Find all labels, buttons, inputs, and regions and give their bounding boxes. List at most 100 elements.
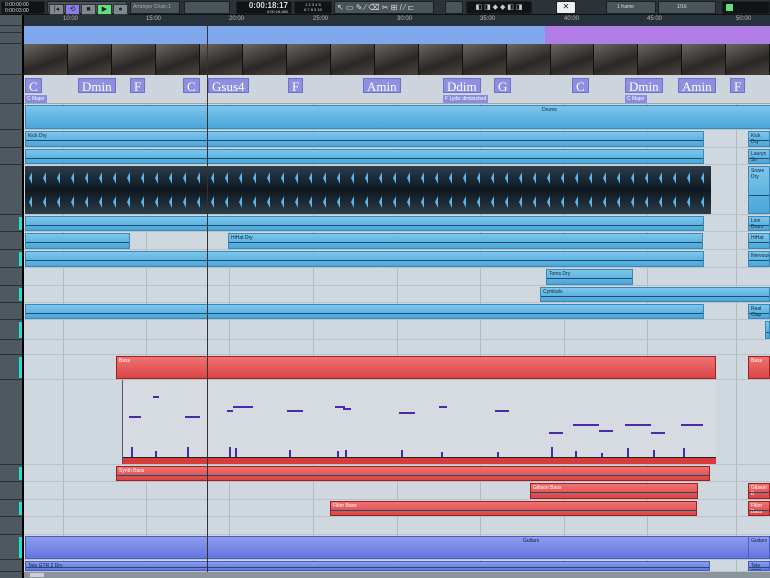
chord-event[interactable]: Gsus4 — [208, 78, 249, 94]
record-button[interactable]: ● — [113, 4, 128, 15]
event-drums[interactable]: Drums — [25, 105, 770, 129]
track-header[interactable] — [0, 380, 22, 465]
chord-event[interactable]: F — [130, 78, 146, 94]
velocity-bar[interactable] — [653, 450, 655, 457]
chord-event[interactable]: F — [730, 78, 746, 94]
rewind-button[interactable]: |◂ — [49, 4, 64, 15]
event-lion[interactable]: Lion Drum — [748, 216, 770, 231]
event-guitars[interactable]: Guitars — [748, 536, 770, 559]
scale-event[interactable]: C Major — [625, 95, 647, 103]
event-kick[interactable]: Kick Dry — [25, 131, 704, 147]
midi-note[interactable] — [651, 432, 665, 434]
track-header[interactable] — [0, 165, 22, 215]
snap-select[interactable]: 1/16 — [658, 1, 716, 14]
event-clap[interactable] — [25, 304, 704, 319]
stop-button[interactable]: ■ — [81, 4, 96, 15]
event-gibson[interactable]: Gibson Bass — [530, 483, 698, 499]
event-lauryn[interactable]: Lauryn Sn — [748, 149, 770, 164]
track-header[interactable] — [0, 104, 22, 130]
track-header[interactable] — [0, 33, 22, 44]
velocity-bar[interactable] — [441, 452, 443, 457]
velocity-bar[interactable] — [683, 448, 685, 457]
playhead-cursor[interactable] — [207, 15, 208, 572]
track-header[interactable] — [0, 560, 22, 572]
event-synth[interactable]: Synth Bass — [116, 466, 710, 481]
chord-event[interactable]: Amin — [678, 78, 716, 94]
chord-event[interactable]: Dmin — [78, 78, 116, 94]
event-kick[interactable]: Kick Dry — [748, 131, 770, 147]
velocity-bar[interactable] — [337, 451, 339, 457]
nudge-buttons[interactable]: ◧ ◨ ◆ ◆ ◧ ◨ — [466, 1, 532, 14]
midi-note[interactable] — [129, 416, 141, 418]
track-header[interactable] — [0, 303, 22, 320]
velocity-bar[interactable] — [551, 447, 553, 457]
chord-event[interactable]: Dmin — [625, 78, 663, 94]
chord-event[interactable]: G — [494, 78, 512, 94]
track-header[interactable] — [0, 75, 22, 104]
event-clap[interactable]: Real Clap — [748, 304, 770, 319]
arranger-controls[interactable] — [184, 1, 230, 14]
arranger-track[interactable] — [24, 26, 770, 44]
midi-note[interactable] — [439, 406, 447, 408]
event-filter[interactable]: Filter Bass — [330, 501, 697, 516]
midi-note[interactable] — [549, 432, 563, 434]
event-snare[interactable]: Snare Dry — [748, 166, 770, 214]
track-header[interactable] — [0, 130, 22, 148]
event-lion[interactable] — [25, 216, 704, 231]
event-lo[interactable] — [765, 321, 770, 339]
track-header[interactable] — [0, 268, 22, 286]
horizontal-scrollbar[interactable] — [24, 572, 770, 578]
midi-note[interactable] — [185, 416, 200, 418]
midi-note[interactable] — [495, 410, 509, 412]
event-filter[interactable]: Filter Bass — [748, 501, 770, 516]
track-header[interactable] — [0, 44, 22, 75]
color-button[interactable] — [445, 1, 463, 14]
event-cymbals[interactable]: Cymbals — [540, 287, 770, 302]
arranger-section-b[interactable] — [545, 26, 770, 44]
event-lauryn[interactable] — [25, 149, 704, 164]
chord-event[interactable]: C — [183, 78, 200, 94]
event-guitars[interactable]: Guitars — [25, 536, 770, 559]
event-hihat[interactable]: HiHat Dry — [228, 233, 703, 249]
marker-buttons[interactable]: 1 2 3 4 56 7 8 9 10 — [294, 1, 332, 14]
chord-event[interactable]: Ddim — [443, 78, 481, 94]
velocity-bar[interactable] — [155, 451, 157, 457]
arranger-section-a[interactable] — [24, 26, 545, 44]
arranger-chain-select[interactable]: Arranger Chain 1 — [130, 1, 180, 14]
locator-display[interactable]: 0:00:00:00 0:00:03:00 — [1, 1, 45, 14]
event-snare-waveform[interactable] — [25, 166, 711, 214]
track-header[interactable] — [0, 148, 22, 165]
cycle-button[interactable]: ⟲ — [65, 4, 80, 15]
midi-note[interactable] — [625, 424, 651, 426]
midi-note[interactable] — [573, 424, 599, 426]
track-header[interactable] — [0, 340, 22, 355]
velocity-bar[interactable] — [627, 448, 629, 457]
scale-event[interactable]: C Major — [25, 95, 47, 103]
event-toms[interactable]: Toms Dry — [546, 269, 633, 285]
track-header[interactable] — [0, 26, 22, 33]
event-tele2[interactable]: Tele GTR — [748, 561, 770, 571]
quantize-frame-select[interactable]: 1 frame — [606, 1, 656, 14]
event-tele[interactable]: Tele GTR 2 Dry — [25, 561, 710, 571]
midi-note[interactable] — [287, 410, 303, 412]
velocity-bar[interactable] — [497, 452, 499, 457]
tool-buttons[interactable]: ↖ ▭ ✎ ⁄ ⌫ ✂ ⊞ / ⁄ ⊏ — [334, 1, 434, 14]
scale-event[interactable]: F Lydic diminished — [443, 95, 489, 103]
chord-event[interactable]: Amin — [363, 78, 401, 94]
track-header[interactable] — [0, 15, 22, 26]
event-hihat2[interactable]: HiHat — [748, 233, 770, 249]
velocity-bar[interactable] — [229, 447, 231, 457]
velocity-bar[interactable] — [187, 447, 189, 457]
velocity-bar[interactable] — [131, 447, 133, 457]
chord-track[interactable]: C Dmin F C Gsus4 F Amin Ddim G C Dmin Amin F C Major F… — [24, 75, 770, 104]
velocity-bar[interactable] — [345, 450, 347, 457]
snap-toggle[interactable]: ✕ — [556, 1, 576, 14]
scrollbar-thumb[interactable] — [30, 573, 44, 577]
velocity-bar[interactable] — [289, 450, 291, 457]
time-display[interactable]: 0:00:18:17 0:00:18.680 — [236, 1, 292, 14]
event-bass[interactable]: Bass — [116, 356, 716, 379]
midi-note[interactable] — [153, 396, 159, 398]
chord-event[interactable]: C — [25, 78, 42, 94]
velocity-bar[interactable] — [575, 451, 577, 457]
timeline-ruler[interactable]: 10:00 15:00 20:00 25:00 30:00 35:00 40:00 45:00… — [24, 15, 770, 26]
